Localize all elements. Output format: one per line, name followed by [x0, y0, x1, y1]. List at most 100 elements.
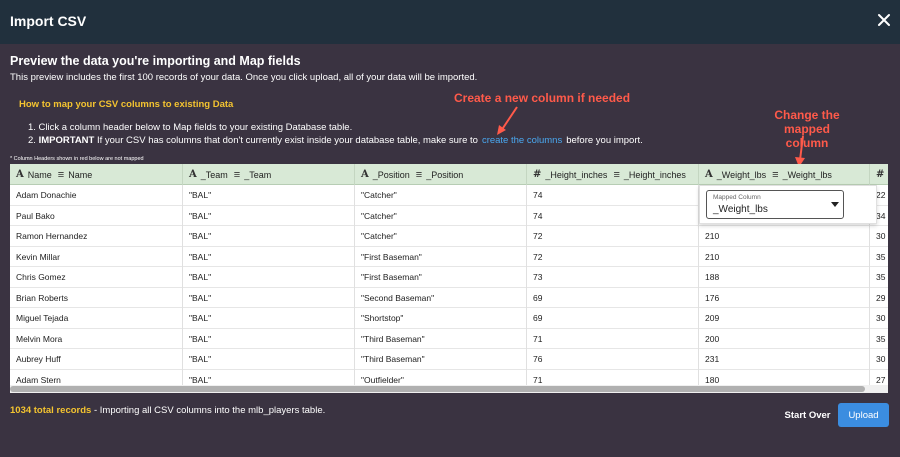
mapped-column-select[interactable]: Mapped Column _Weight_lbs	[706, 190, 844, 219]
mapping-icon: ≡	[57, 168, 65, 181]
number-type-icon: #	[876, 169, 885, 180]
table-cell: "BAL"	[183, 267, 355, 288]
table-cell: "Catcher"	[355, 185, 527, 206]
change-mapped-line-1: Change the	[774, 108, 840, 122]
preview-description: This preview includes the first 100 reco…	[10, 72, 478, 83]
mapped-field-name: _Position	[426, 169, 464, 180]
instruction-step-2: 2. IMPORTANT If your CSV has columns tha…	[28, 135, 643, 146]
table-cell: "Catcher"	[355, 205, 527, 226]
number-type-icon: #	[533, 169, 542, 180]
window-title: Import CSV	[10, 13, 87, 29]
import-description: - Importing all CSV columns into the mlb…	[91, 405, 326, 416]
table-cell: 69	[527, 287, 699, 308]
table-cell: 200	[699, 328, 870, 349]
table-row: Melvin Mora "BAL" "Third Baseman" 71 200 35	[10, 328, 888, 350]
close-icon[interactable]	[874, 10, 894, 30]
text-type-icon: A	[16, 169, 24, 180]
column-name: _Team	[200, 169, 228, 180]
table-row: Miguel Tejada "BAL" "Shortstop" 69 209 30	[10, 308, 888, 329]
table-cell: Paul Bako	[10, 205, 183, 226]
table-cell: "BAL"	[183, 328, 355, 349]
table-cell: 188	[699, 267, 870, 288]
column-header[interactable]: A _Team ≡ _Team	[183, 164, 355, 185]
table-cell: "Shortstop"	[355, 308, 527, 329]
table-cell: 35	[870, 247, 888, 268]
table-row: Brian Roberts "BAL" "Second Baseman" 69 176 2…	[10, 287, 888, 309]
table-cell: Melvin Mora	[10, 328, 183, 349]
table-cell: Ramon Hernandez	[10, 226, 183, 247]
table-row: Ramon Hernandez "BAL" "Catcher" 72 210 30	[10, 226, 888, 247]
table-cell: "Third Baseman"	[355, 328, 527, 349]
table-cell: 76	[527, 349, 699, 370]
unmapped-note: * Column Headers shown in red below are …	[10, 156, 144, 162]
table-cell: 176	[699, 287, 870, 308]
table-cell: 30	[870, 308, 888, 329]
table-row: Chris Gomez "BAL" "First Baseman" 73 188 35	[10, 267, 888, 288]
instruction-step-1: 1. Click a column header below to Map fi…	[28, 122, 353, 133]
mapped-field-name: _Team	[244, 169, 272, 180]
step-2-number: 2.	[28, 135, 36, 146]
column-name: Name	[27, 169, 52, 180]
scrollbar-thumb[interactable]	[10, 386, 865, 392]
table-cell: 210	[699, 226, 870, 247]
table-cell: Brian Roberts	[10, 287, 183, 308]
column-header[interactable]: A _Position ≡ _Position	[355, 164, 527, 185]
mapping-popup: Mapped Column _Weight_lbs	[699, 185, 877, 224]
important-label: IMPORTANT	[38, 135, 95, 146]
preview-heading: Preview the data you're importing and Ma…	[10, 54, 301, 68]
table-cell: 69	[527, 308, 699, 329]
upload-button[interactable]: Upload	[838, 403, 889, 427]
mapped-field-name: _Height_inches	[623, 169, 686, 180]
table-cell: "BAL"	[183, 185, 355, 206]
table-cell: 72	[527, 246, 699, 267]
table-cell: "BAL"	[183, 226, 355, 247]
table-cell: 73	[527, 267, 699, 288]
table-cell: 29	[870, 288, 888, 309]
table-cell: 30	[870, 349, 888, 370]
create-columns-link[interactable]: create the columns	[482, 135, 562, 146]
create-column-annotation: Create a new column if needed	[454, 91, 631, 105]
table-cell: 35	[870, 329, 888, 350]
table-cell: "BAL"	[183, 205, 355, 226]
table-cell: "BAL"	[183, 246, 355, 267]
column-header[interactable]: A Name ≡ Name	[10, 164, 183, 185]
table-cell: 74	[527, 205, 699, 226]
table-cell: "First Baseman"	[355, 246, 527, 267]
step-2-text: If your CSV has columns that don't curre…	[96, 135, 478, 146]
table-cell: Adam Donachie	[10, 185, 183, 206]
annotation-arrow-1	[497, 106, 518, 135]
mapping-icon: ≡	[772, 168, 779, 181]
horizontal-scrollbar[interactable]	[10, 385, 888, 393]
step-2-suffix: before you import.	[566, 135, 643, 146]
table-cell: 35	[870, 267, 888, 288]
annotation-arrow-2	[795, 135, 805, 167]
mapped-field-name: _Weight_lbs	[782, 169, 832, 180]
footer-summary: 1034 total records - Importing all CSV c…	[10, 405, 325, 416]
dropdown-arrow-icon	[831, 202, 839, 207]
table-cell: Chris Gomez	[10, 267, 183, 288]
column-name: _Weight_lbs	[716, 169, 767, 180]
table-cell: 71	[527, 328, 699, 349]
column-header[interactable]: #	[870, 164, 888, 185]
mapping-icon: ≡	[415, 168, 423, 181]
table-cell: "Third Baseman"	[355, 349, 527, 370]
title-bar: Import CSV	[0, 0, 900, 44]
table-cell: "BAL"	[183, 287, 355, 308]
table-cell: "BAL"	[183, 349, 355, 370]
text-type-icon: A	[189, 169, 197, 180]
mapped-column-label: Mapped Column	[713, 194, 761, 201]
column-header[interactable]: A _Weight_lbs ≡ _Weight_lbs	[699, 164, 870, 185]
table-cell: "Catcher"	[355, 226, 527, 247]
column-header[interactable]: # _Height_inches ≡ _Height_inches	[527, 164, 699, 185]
table-cell: "First Baseman"	[355, 267, 527, 288]
mapped-column-value: _Weight_lbs	[713, 204, 768, 215]
record-count: 1034 total records	[10, 405, 92, 416]
instructions-title: How to map your CSV columns to existing …	[19, 99, 234, 110]
text-type-icon: A	[705, 169, 713, 180]
mapping-icon: ≡	[233, 168, 241, 181]
table-cell: 209	[699, 308, 870, 329]
table-cell: Miguel Tejada	[10, 308, 183, 329]
table-row: Kevin Millar "BAL" "First Baseman" 72 210 35	[10, 246, 888, 268]
start-over-button[interactable]: Start Over	[780, 404, 835, 426]
text-type-icon: A	[361, 169, 369, 180]
